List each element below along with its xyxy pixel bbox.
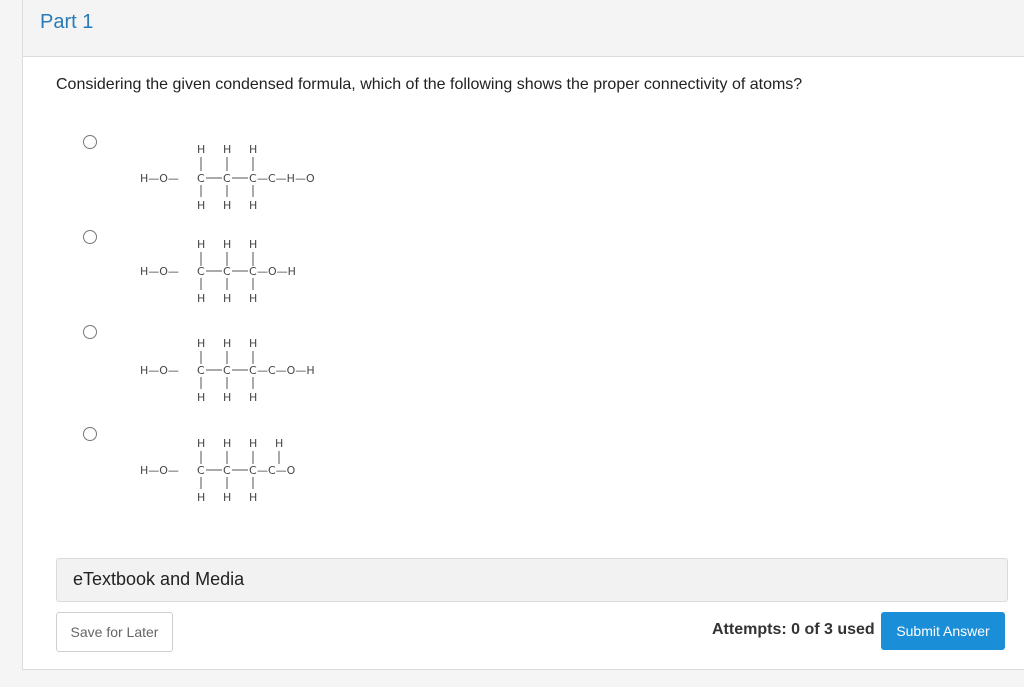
atom-label: H <box>197 391 205 404</box>
atom-label: H <box>249 292 257 305</box>
atom-label: H <box>197 491 205 504</box>
atom-label: H <box>249 491 257 504</box>
atom-label: H <box>197 337 205 350</box>
formula-prefix: H—O— <box>140 265 179 278</box>
atom-label: H <box>223 337 231 350</box>
atom-label: H <box>275 437 283 450</box>
atom-label: C <box>249 172 257 185</box>
formula-tail: —C—H—O <box>257 172 315 185</box>
atom-label: H <box>223 199 231 212</box>
atom-label: H <box>249 143 257 156</box>
atom-label: H <box>249 391 257 404</box>
formula-prefix: H—O— <box>140 364 179 377</box>
atom-label: H <box>197 143 205 156</box>
atom-label: C <box>223 172 231 185</box>
atom-label: C <box>197 172 205 185</box>
structural-formula: H H H H—O— C C C —C—H—O H H H <box>140 143 315 212</box>
atom-label: C <box>223 265 231 278</box>
radio-button[interactable] <box>83 135 97 149</box>
attempts-counter: Attempts: 0 of 3 used <box>712 621 875 638</box>
atom-label: H <box>197 238 205 251</box>
formula-prefix: H—O— <box>140 172 179 185</box>
atom-label: H <box>249 199 257 212</box>
atom-label: C <box>223 364 231 377</box>
atom-label: C <box>197 364 205 377</box>
atom-label: C <box>223 464 231 477</box>
atom-label: H <box>249 437 257 450</box>
atom-label: C <box>249 364 257 377</box>
atom-label: H <box>223 143 231 156</box>
atom-label: H <box>197 199 205 212</box>
structural-formula: H H H H H—O— C C C —C—O H H H <box>140 437 296 504</box>
structural-formula: H H H H—O— C C C —O—H H H H <box>140 238 296 305</box>
atom-label: H <box>197 292 205 305</box>
save-for-later-button[interactable]: Save for Later <box>56 612 173 652</box>
part-header: Part 1 <box>23 0 1024 57</box>
radio-button[interactable] <box>83 325 97 339</box>
atom-label: H <box>223 292 231 305</box>
formula-tail: —O—H <box>257 265 296 278</box>
formula-tail: —C—O—H <box>257 364 315 377</box>
atom-label: C <box>249 464 257 477</box>
etextbook-media-panel[interactable]: eTextbook and Media <box>56 558 1008 602</box>
atom-label: H <box>249 238 257 251</box>
part-title: Part 1 <box>40 11 94 33</box>
atom-label: H <box>223 238 231 251</box>
atom-label: C <box>197 265 205 278</box>
atom-label: H <box>197 437 205 450</box>
radio-button[interactable] <box>83 427 97 441</box>
submit-answer-button[interactable]: Submit Answer <box>881 612 1005 650</box>
structural-formula: H H H H—O— C C C —C—O—H H H H <box>140 337 315 404</box>
atom-label: H <box>249 337 257 350</box>
question-card: Part 1 Considering the given condensed f… <box>22 0 1024 670</box>
etextbook-label: eTextbook and Media <box>73 569 245 589</box>
formula-prefix: H—O— <box>140 464 179 477</box>
atom-label: H <box>223 491 231 504</box>
radio-button[interactable] <box>83 230 97 244</box>
question-text: Considering the given condensed formula,… <box>56 76 803 93</box>
atom-label: H <box>223 437 231 450</box>
atom-label: C <box>249 265 257 278</box>
atom-label: H <box>223 391 231 404</box>
atom-label: C <box>197 464 205 477</box>
formula-tail: —C—O <box>257 464 296 477</box>
